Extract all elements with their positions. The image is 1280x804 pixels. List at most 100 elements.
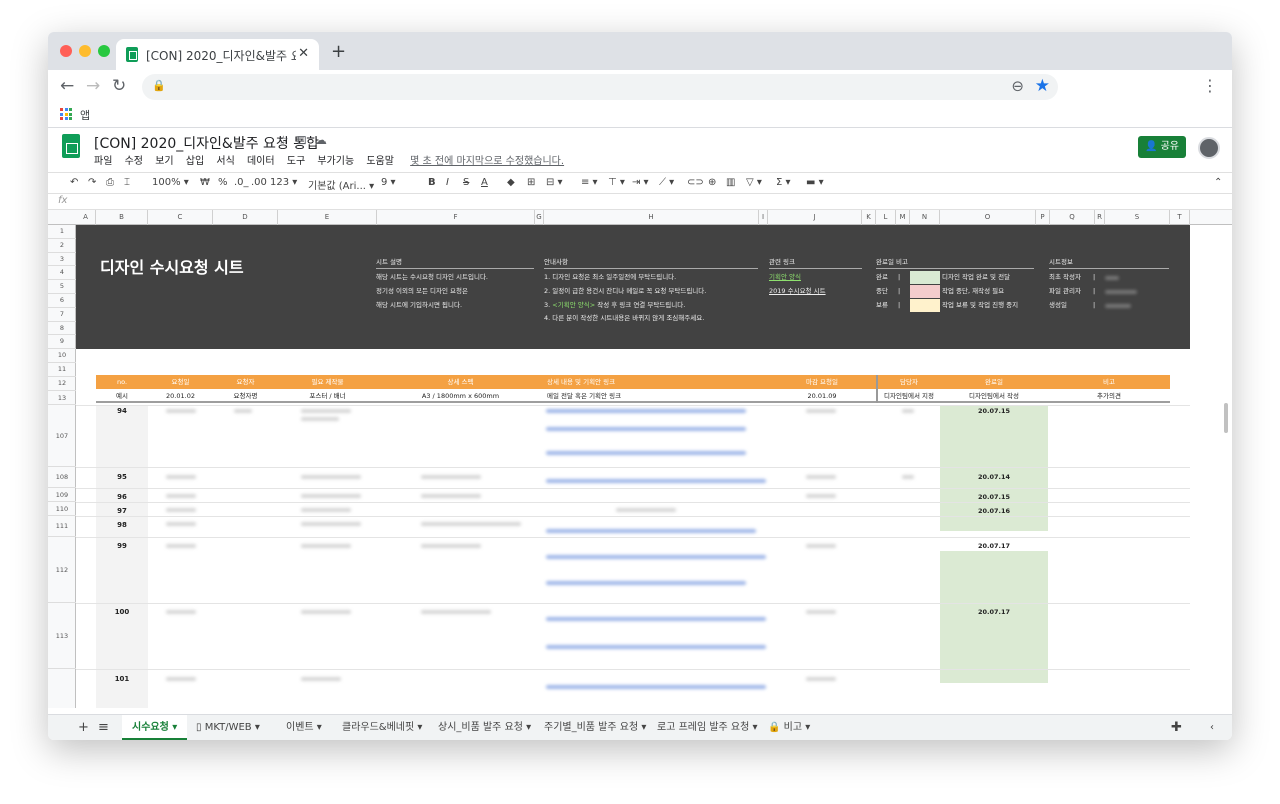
row-header[interactable]: 6: [48, 294, 76, 308]
example-cell[interactable]: 예시: [96, 389, 148, 403]
header-cell[interactable]: 완료일: [940, 375, 1048, 389]
example-cell[interactable]: 추가의견: [1048, 389, 1170, 403]
currency-button[interactable]: ₩: [200, 177, 210, 188]
row-header[interactable]: 13: [48, 391, 76, 405]
zoom-icon[interactable]: ⊖: [1011, 77, 1024, 95]
sheet-tab[interactable]: 이벤트 ▾: [286, 715, 322, 740]
row-header[interactable]: 1: [48, 225, 76, 239]
formula-bar[interactable]: fx: [48, 194, 1232, 210]
link-form[interactable]: 기획안 양식: [769, 273, 801, 281]
row-number[interactable]: 100: [96, 608, 148, 616]
font-size-select[interactable]: 9 ▾: [381, 177, 396, 188]
header-cell[interactable]: 요청일: [148, 375, 213, 389]
share-button[interactable]: 👤 공유: [1138, 136, 1186, 158]
column-header[interactable]: M: [896, 210, 910, 225]
header-cell[interactable]: 상세 스펙: [377, 375, 544, 389]
header-cell[interactable]: 비고: [1048, 375, 1170, 389]
close-window-button[interactable]: [60, 45, 72, 57]
column-header[interactable]: A: [76, 210, 96, 225]
column-header[interactable]: P: [1036, 210, 1050, 225]
functions-icon[interactable]: Σ ▾: [776, 177, 791, 188]
collapse-panel-icon[interactable]: ‹: [1210, 715, 1214, 740]
fill-color-icon[interactable]: ◆: [507, 177, 515, 188]
move-folder-icon[interactable]: ⊡: [297, 133, 315, 147]
row-number[interactable]: 96: [96, 493, 148, 501]
browser-menu-icon[interactable]: ⋮: [1202, 76, 1218, 95]
increase-decimal-button[interactable]: .00: [251, 177, 267, 188]
maximize-window-button[interactable]: [98, 45, 110, 57]
example-cell[interactable]: 디자인팀에서 작성: [940, 389, 1048, 403]
bold-icon[interactable]: B: [428, 177, 436, 188]
format-select[interactable]: 123 ▾: [270, 177, 297, 188]
back-icon[interactable]: ←: [60, 76, 74, 96]
row-number[interactable]: 94: [96, 407, 148, 415]
sheet-tab[interactable]: 🔒 비고 ▾: [768, 715, 810, 740]
table-body[interactable]: 94 20.07.15 95 20.07.14 96 20.07.15 97 2…: [76, 405, 1190, 708]
row-number[interactable]: 98: [96, 521, 148, 529]
column-header[interactable]: R: [1095, 210, 1105, 225]
sheet-tab[interactable]: 상시_비품 발주 요청 ▾: [438, 715, 531, 740]
menu-addons[interactable]: 부가기능: [317, 156, 354, 167]
row-header[interactable]: 10: [48, 349, 76, 363]
italic-icon[interactable]: I: [446, 177, 449, 188]
star-icon[interactable]: ☆: [278, 133, 297, 147]
menu-edit[interactable]: 수정: [125, 156, 143, 167]
example-cell[interactable]: 20.01.09: [768, 389, 876, 403]
row-header[interactable]: 9: [48, 335, 76, 350]
row-header[interactable]: 4: [48, 266, 76, 281]
row-number[interactable]: 97: [96, 507, 148, 515]
decrease-decimal-button[interactable]: .0_: [234, 177, 249, 188]
merge-cells-icon[interactable]: ⊟ ▾: [546, 177, 563, 188]
done-date[interactable]: 20.07.16: [940, 507, 1048, 515]
close-tab-icon[interactable]: ✕: [298, 46, 309, 61]
browser-tab[interactable]: [CON] 2020_디자인&발주 요청 통 ✕: [116, 39, 319, 70]
column-header[interactable]: F: [377, 210, 535, 225]
header-cell[interactable]: 요청자: [213, 375, 278, 389]
comment-icon[interactable]: ⊕: [708, 177, 716, 188]
sheet-tab[interactable]: 주기별_비품 발주 요청 ▾: [544, 715, 646, 740]
borders-icon[interactable]: ⊞: [527, 177, 535, 188]
done-date[interactable]: 20.07.17: [940, 542, 1048, 550]
column-header[interactable]: H: [544, 210, 759, 225]
column-header[interactable]: O: [940, 210, 1036, 225]
text-color-icon[interactable]: A: [481, 177, 488, 188]
bookmark-star-icon[interactable]: ★: [1035, 76, 1050, 96]
header-cell[interactable]: 필요 제작물: [278, 375, 377, 389]
column-header[interactable]: J: [768, 210, 862, 225]
column-header[interactable]: S: [1105, 210, 1170, 225]
row-header[interactable]: 113: [48, 603, 76, 669]
row-number[interactable]: 101: [96, 675, 148, 683]
zoom-select[interactable]: 100% ▾: [152, 177, 189, 188]
menu-view[interactable]: 보기: [155, 156, 173, 167]
example-cell[interactable]: 메일 전달 혹은 기획안 링크: [544, 389, 768, 403]
menu-data[interactable]: 데이터: [247, 156, 275, 167]
add-sheet-icon[interactable]: +: [78, 715, 89, 740]
menu-format[interactable]: 서식: [216, 156, 234, 167]
sheet-tab[interactable]: 클라우드&베네핏 ▾: [342, 715, 422, 740]
row-number[interactable]: 99: [96, 542, 148, 550]
column-header[interactable]: G: [535, 210, 544, 225]
vertical-scrollbar[interactable]: [1224, 403, 1228, 433]
explore-icon[interactable]: ✚: [1171, 715, 1182, 740]
done-date[interactable]: 20.07.17: [940, 608, 1048, 616]
sheets-logo-icon[interactable]: [62, 134, 80, 158]
sheet-tab[interactable]: ▯ MKT/WEB ▾: [196, 715, 260, 740]
font-select[interactable]: 기본값 (Ari... ▾: [308, 177, 374, 192]
rotate-icon[interactable]: ⟋ ▾: [659, 177, 674, 188]
column-header[interactable]: E: [278, 210, 377, 225]
strikethrough-icon[interactable]: S: [463, 177, 469, 188]
link-2019-sheet[interactable]: 2019 수시요청 시트: [769, 287, 826, 295]
menu-file[interactable]: 파일: [94, 156, 112, 167]
paint-format-icon[interactable]: ⌶: [124, 177, 130, 188]
address-bar[interactable]: 🔒 ⊖ ★: [142, 74, 1058, 100]
row-header[interactable]: 2: [48, 239, 76, 253]
apps-icon[interactable]: [60, 108, 72, 120]
column-header[interactable]: Q: [1050, 210, 1095, 225]
redo-icon[interactable]: ↷: [88, 177, 96, 188]
example-cell[interactable]: 디자인팀에서 지정: [876, 389, 940, 403]
align-icon[interactable]: ≡ ▾: [581, 177, 598, 188]
column-header[interactable]: K: [862, 210, 876, 225]
cloud-status-icon[interactable]: ☁: [315, 133, 335, 147]
done-date[interactable]: 20.07.15: [940, 493, 1048, 501]
row-header[interactable]: 109: [48, 488, 76, 502]
